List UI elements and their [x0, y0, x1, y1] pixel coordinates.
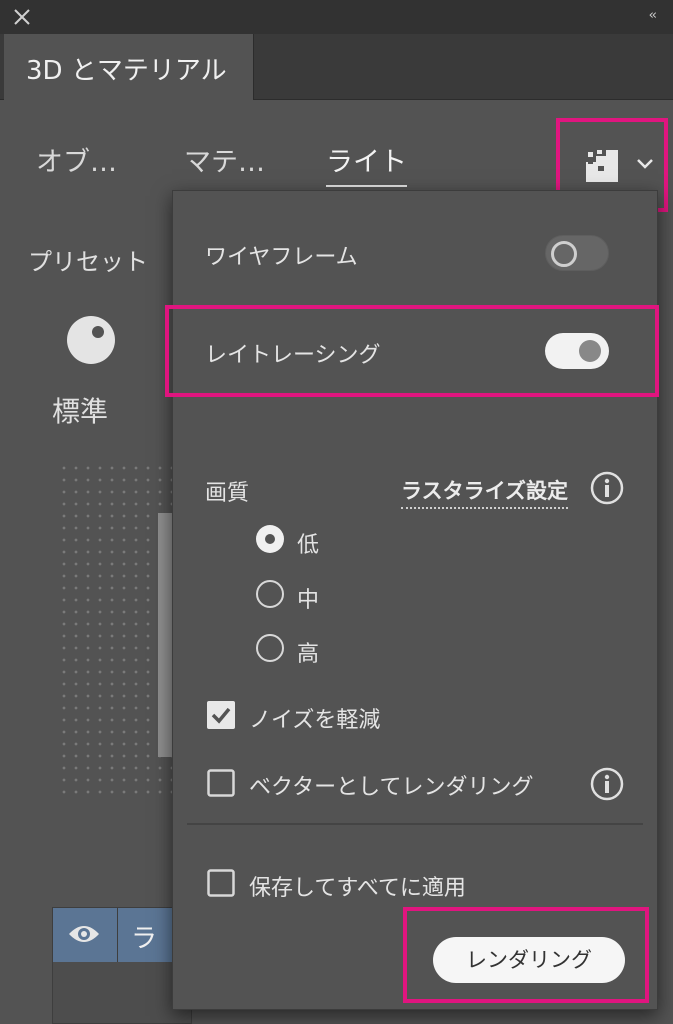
collapse-panel-icon[interactable]: ‹‹: [649, 8, 658, 23]
render-options-icon: [586, 150, 618, 182]
lights-list: ラ: [52, 907, 193, 1024]
info-icon[interactable]: [590, 767, 624, 801]
panel-tab-strip: 3D とマテリアル: [0, 34, 673, 100]
render-as-vector-checkbox[interactable]: [207, 769, 235, 797]
raytracing-label: レイトレーシング: [205, 343, 381, 368]
rasterize-settings-link[interactable]: ラスタライズ設定: [401, 475, 568, 509]
chevron-down-icon: [637, 159, 653, 169]
quality-label: 画質: [205, 481, 250, 506]
eye-icon[interactable]: [67, 922, 101, 946]
panel-title: 3D とマテリアル: [26, 56, 227, 86]
toggle-knob: [579, 340, 601, 362]
preset-name: 標準: [52, 395, 109, 428]
tab-lighting[interactable]: ライト: [326, 140, 407, 187]
info-icon[interactable]: [590, 471, 624, 505]
reduce-noise-label: ノイズを軽減: [249, 708, 381, 733]
render-button[interactable]: レンダリング: [433, 937, 625, 983]
reduce-noise-checkbox[interactable]: [207, 701, 235, 729]
render-settings-popover: ワイヤフレーム レイトレーシング 画質 ラスタライズ設定 低 中 高 ノイズを軽…: [165, 190, 659, 1010]
quality-high-radio[interactable]: [255, 633, 285, 663]
quality-medium-radio[interactable]: [255, 579, 285, 609]
wireframe-toggle[interactable]: [545, 235, 609, 271]
quality-low-label: 低: [297, 533, 320, 558]
render-as-vector-label: ベクターとしてレンダリング: [249, 775, 534, 800]
tab-object[interactable]: オブ…: [36, 140, 117, 179]
save-apply-all-checkbox[interactable]: [207, 869, 235, 897]
raytracing-toggle[interactable]: [545, 333, 609, 369]
light-name: ラ: [131, 924, 158, 954]
divider: [117, 908, 118, 962]
preset-label: プリセット: [28, 248, 148, 276]
scrollbar-thumb[interactable]: [158, 513, 172, 757]
standard-light-preset-icon[interactable]: [66, 315, 116, 365]
divider: [187, 823, 643, 825]
wireframe-label: ワイヤフレーム: [205, 245, 358, 270]
quality-low-radio[interactable]: [255, 524, 285, 554]
title-bar: ‹‹: [0, 0, 673, 34]
toggle-knob: [551, 241, 577, 267]
close-icon[interactable]: [12, 7, 32, 27]
tab-materials[interactable]: マテ…: [184, 140, 265, 179]
quality-medium-label: 中: [297, 588, 320, 613]
save-apply-all-label: 保存してすべてに適用: [249, 876, 466, 901]
panel-tab-3d-materials[interactable]: 3D とマテリアル: [4, 34, 254, 100]
quality-high-label: 高: [297, 642, 320, 667]
